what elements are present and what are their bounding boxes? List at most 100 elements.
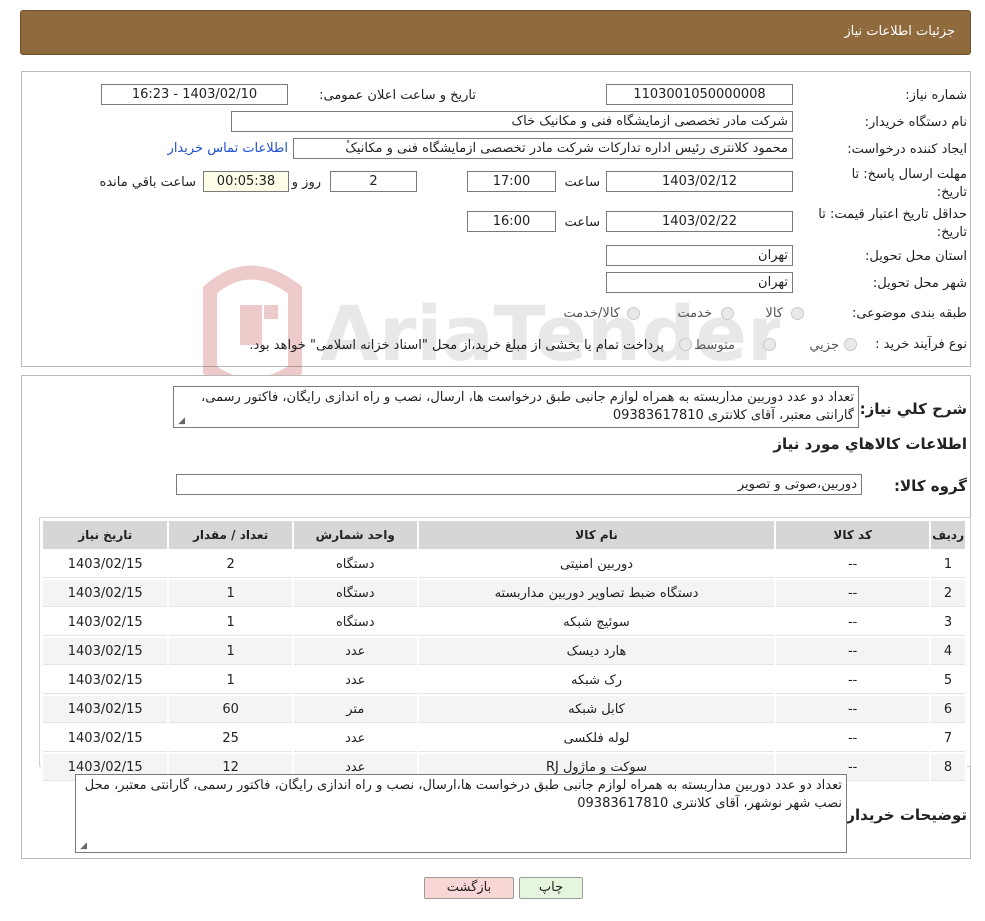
- category-radio-goods-service[interactable]: [627, 307, 640, 320]
- creator-label: ایجاد کننده درخواست:: [847, 142, 967, 157]
- deadline-time-label: ساعت: [564, 175, 600, 190]
- summary-text: تعداد دو عدد دوربین مداربسته به همراه لو…: [201, 390, 854, 423]
- table-row: 4 -- هارد دیسک عدد 1 1403/02/15: [43, 638, 965, 665]
- col-name-header: نام کالا: [418, 521, 775, 549]
- goods-info-title: اطلاعات کالاهاي مورد نياز: [773, 435, 967, 453]
- page-header: جزئیات اطلاعات نیاز: [20, 10, 971, 55]
- cell-qty: 1: [169, 667, 292, 694]
- cell-code: --: [776, 580, 930, 607]
- process-note: پرداخت تمام یا بخشی از مبلغ خرید،از محل …: [249, 338, 664, 353]
- process-radio-minor[interactable]: [844, 338, 857, 351]
- creator-field: محمود کلانتری رئیس اداره تدارکات شرکت ما…: [293, 138, 793, 159]
- category-label: طبقه بندی موضوعی:: [851, 306, 967, 321]
- deadline-time-field: 17:00: [467, 171, 556, 192]
- process-option-minor: جزیي: [809, 338, 839, 353]
- table-header-row: ردیف کد کالا نام کالا واحد شمارش تعداد /…: [43, 521, 965, 549]
- table-row: 5 -- رک شبکه عدد 1 1403/02/15: [43, 667, 965, 694]
- cell-row: 5: [931, 667, 965, 694]
- need-number-label: شماره نیاز:: [905, 88, 967, 103]
- cell-qty: 1: [169, 609, 292, 636]
- cell-unit: عدد: [293, 667, 417, 694]
- category-radio-service[interactable]: [721, 307, 734, 320]
- summary-textarea: تعداد دو عدد دوربین مداربسته به همراه لو…: [173, 386, 859, 428]
- buyer-notes-text: تعداد دو عدد دوربین مداربسته به همراه لو…: [84, 778, 842, 811]
- resize-handle-icon[interactable]: ◢: [176, 417, 185, 426]
- cell-unit: دستگاه: [293, 580, 417, 607]
- cell-qty: 1: [169, 580, 292, 607]
- cell-row: 3: [931, 609, 965, 636]
- page-title: جزئیات اطلاعات نیاز: [844, 24, 955, 39]
- cell-name: رک شبکه: [418, 667, 775, 694]
- cell-date: 1403/02/15: [43, 725, 168, 752]
- cell-unit: عدد: [293, 638, 417, 665]
- resize-handle-icon[interactable]: ◢: [78, 842, 87, 851]
- cell-qty: 25: [169, 725, 292, 752]
- cell-unit: دستگاه: [293, 551, 417, 578]
- table-row: 2 -- دستگاه ضبط تصاویر دوربین مداربسته د…: [43, 580, 965, 607]
- table-row: 6 -- کابل شبکه متر 60 1403/02/15: [43, 696, 965, 723]
- process-radio-treasury[interactable]: [679, 338, 692, 351]
- cell-date: 1403/02/15: [43, 609, 168, 636]
- buyer-contact-link[interactable]: اطلاعات تماس خریدار: [168, 141, 288, 156]
- cell-code: --: [776, 667, 930, 694]
- col-unit-header: واحد شمارش: [293, 521, 417, 549]
- cell-row: 6: [931, 696, 965, 723]
- process-radio-medium[interactable]: [763, 338, 776, 351]
- cell-code: --: [776, 551, 930, 578]
- print-button[interactable]: چاپ: [519, 877, 583, 899]
- validity-time-field: 16:00: [467, 211, 556, 232]
- announce-datetime-field: 1403/02/10 - 16:23: [101, 84, 288, 105]
- cell-unit: متر: [293, 696, 417, 723]
- cell-unit: عدد: [293, 725, 417, 752]
- cell-row: 7: [931, 725, 965, 752]
- cell-code: --: [776, 609, 930, 636]
- city-label: شهر محل تحویل:: [872, 276, 967, 291]
- items-table: ردیف کد کالا نام کالا واحد شمارش تعداد /…: [41, 519, 967, 783]
- table-row: 1 -- دوربین امنیتی دستگاه 2 1403/02/15: [43, 551, 965, 578]
- remaining-label: ساعت باقي مانده: [99, 175, 196, 190]
- buyer-notes-label: توضیحات خریدار:: [840, 806, 967, 824]
- cell-date: 1403/02/15: [43, 551, 168, 578]
- cell-qty: 1: [169, 638, 292, 665]
- table-row: 3 -- سوئیچ شبکه دستگاه 1 1403/02/15: [43, 609, 965, 636]
- cell-row: 8: [931, 754, 965, 781]
- category-option-service: خدمت: [677, 306, 712, 321]
- category-option-goods-service: کالا/خدمت: [563, 306, 620, 321]
- province-label: استان محل تحویل:: [865, 249, 967, 264]
- category-radio-goods[interactable]: [791, 307, 804, 320]
- days-label: روز و: [291, 175, 321, 190]
- goods-group-label: گروه کالا:: [894, 477, 967, 495]
- cell-row: 1: [931, 551, 965, 578]
- table-row: 7 -- لوله فلکسی عدد 25 1403/02/15: [43, 725, 965, 752]
- back-button[interactable]: بازگشت: [424, 877, 514, 899]
- process-option-medium: متوسط: [694, 338, 735, 353]
- category-option-goods: کالا: [765, 306, 783, 321]
- cell-row: 4: [931, 638, 965, 665]
- process-label: نوع فرآیند خرید :: [875, 337, 967, 352]
- summary-label: شرح کلي نياز:: [859, 400, 967, 418]
- validity-time-label: ساعت: [564, 215, 600, 230]
- cell-code: --: [776, 725, 930, 752]
- buyer-org-field: شرکت مادر تخصصی ازمایشگاه فنی و مکانیک خ…: [231, 111, 793, 132]
- announce-label: تاریخ و ساعت اعلان عمومی:: [319, 88, 476, 103]
- cell-name: کابل شبکه: [418, 696, 775, 723]
- city-field: تهران: [606, 272, 793, 293]
- province-field: تهران: [606, 245, 793, 266]
- need-number-field: 1103001050000008: [606, 84, 793, 105]
- cell-date: 1403/02/15: [43, 638, 168, 665]
- cell-date: 1403/02/15: [43, 696, 168, 723]
- buyer-notes-textarea: تعداد دو عدد دوربین مداربسته به همراه لو…: [75, 774, 847, 853]
- cell-row: 2: [931, 580, 965, 607]
- validity-label: حداقل تاریخ اعتبار قیمت: تا تاریخ:: [818, 207, 967, 240]
- cell-name: لوله فلکسی: [418, 725, 775, 752]
- deadline-label: مهلت ارسال پاسخ: تا تاریخ:: [851, 167, 967, 200]
- cell-qty: 60: [169, 696, 292, 723]
- col-code-header: کد کالا: [776, 521, 930, 549]
- cell-name: سوئیچ شبکه: [418, 609, 775, 636]
- remaining-time-field: 00:05:38: [203, 171, 289, 192]
- cell-name: هارد دیسک: [418, 638, 775, 665]
- cell-unit: دستگاه: [293, 609, 417, 636]
- cell-code: --: [776, 696, 930, 723]
- deadline-date-field: 1403/02/12: [606, 171, 793, 192]
- cell-qty: 2: [169, 551, 292, 578]
